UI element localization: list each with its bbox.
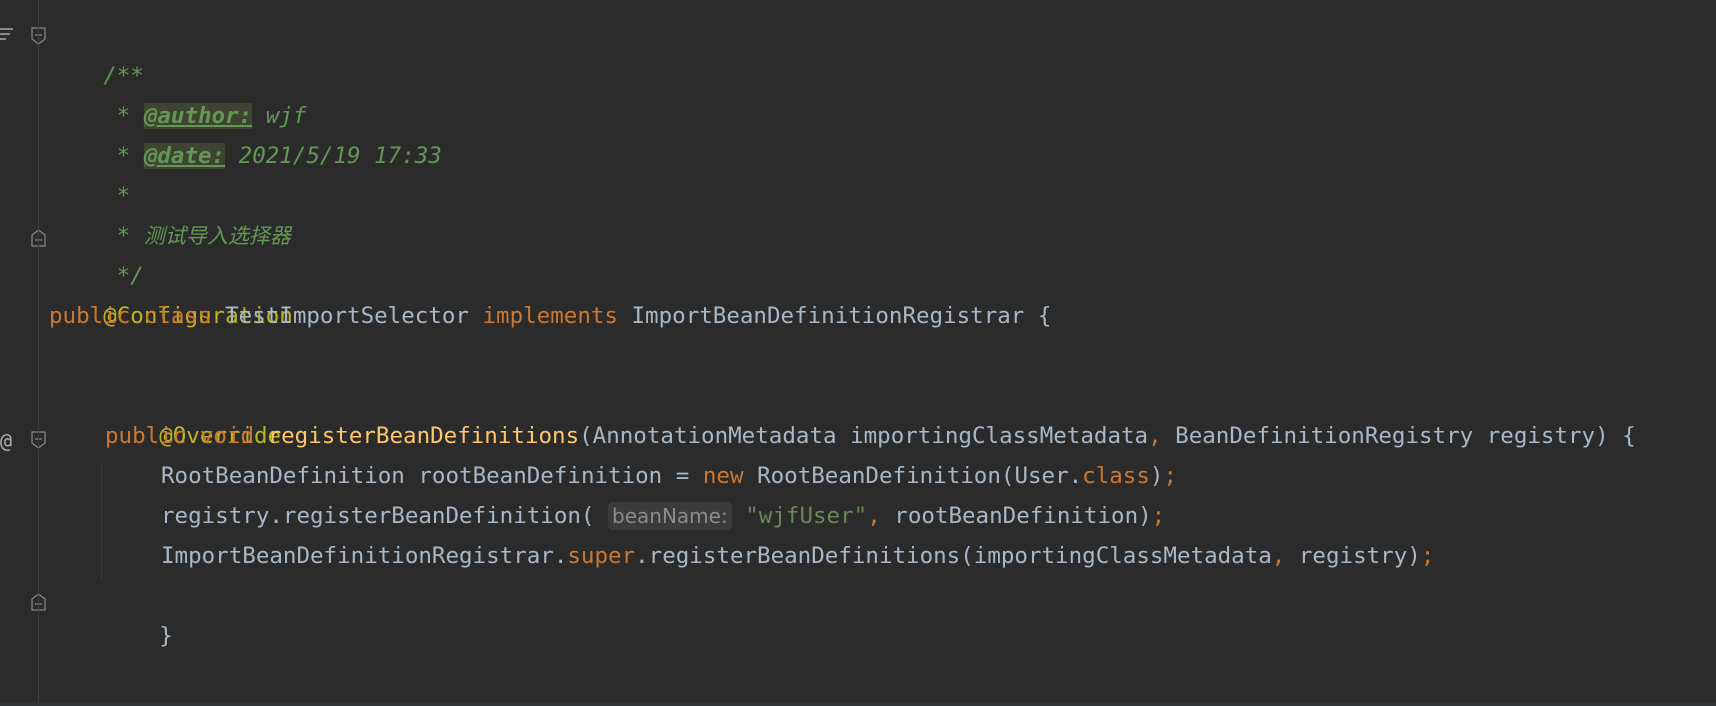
editor-bottom-edge xyxy=(0,702,1716,706)
param-name: importingClassMetadata xyxy=(850,423,1149,449)
code-line-4[interactable]: * xyxy=(49,136,131,209)
comma: , xyxy=(1271,543,1286,569)
code-line-8[interactable]: public class TestImportSelector implemen… xyxy=(49,296,1051,336)
keyword-new: new xyxy=(702,463,744,489)
assign-operator: = xyxy=(675,463,690,489)
editor-gutter: @ xyxy=(0,0,46,706)
string-literal: "wjfUser" xyxy=(745,503,868,529)
argument: registry) xyxy=(1285,543,1421,569)
keyword-class: class xyxy=(1082,463,1150,489)
semicolon: ; xyxy=(1420,543,1435,569)
comma: , xyxy=(867,503,881,529)
comma: , xyxy=(1148,423,1162,449)
class-name: TestImportSelector xyxy=(225,303,469,329)
open-brace: { xyxy=(1037,303,1052,329)
close-brace: } xyxy=(159,623,173,649)
param-type: BeanDefinitionRegistry xyxy=(1175,423,1474,449)
keyword-class: class xyxy=(143,303,212,329)
paren-close: ) xyxy=(1149,463,1164,489)
code-line-6[interactable]: */ xyxy=(49,216,144,289)
semicolon: ; xyxy=(1151,503,1166,529)
param-name: registry xyxy=(1486,423,1596,449)
open-brace: { xyxy=(1622,423,1636,449)
code-line-1[interactable]: /** xyxy=(49,16,144,89)
constructor-call: RootBeanDefinition(User. xyxy=(757,463,1083,489)
method-call: registry.registerBeanDefinition( xyxy=(161,503,595,529)
code-line-3[interactable]: * @date: 2021/5/19 17:33 xyxy=(49,96,442,169)
var-type: RootBeanDefinition xyxy=(161,463,405,489)
parameter-hint: beanName: xyxy=(608,502,732,530)
var-name: rootBeanDefinition xyxy=(418,463,663,489)
code-line-2[interactable]: * @author: wjf xyxy=(49,56,306,129)
code-editor[interactable]: @ /** * @author: wjf * @date: 2021/5/19 … xyxy=(0,0,1716,706)
indent-guide xyxy=(101,462,102,580)
keyword-public: public xyxy=(105,423,187,449)
interface-name: ImportBeanDefinitionRegistrar xyxy=(631,303,1025,329)
semicolon: ; xyxy=(1163,463,1177,489)
code-line-7[interactable]: @Configuration xyxy=(49,256,293,329)
code-line-17[interactable]: } xyxy=(49,656,117,706)
doc-description: 测试导入选择器 xyxy=(143,224,291,248)
paren-close: ) xyxy=(1595,423,1609,449)
paren-open: ( xyxy=(579,423,593,449)
code-line-11[interactable]: public void registerBeanDefinitions(Anno… xyxy=(105,416,1636,456)
hamburger-menu-icon[interactable] xyxy=(0,28,13,40)
keyword-public: public xyxy=(49,303,131,329)
code-line-5[interactable]: * 测试导入选择器 xyxy=(49,176,291,249)
code-line-12[interactable]: RootBeanDefinition rootBeanDefinition = … xyxy=(161,456,1177,496)
code-line-15[interactable]: } xyxy=(105,576,173,649)
code-line-10[interactable]: @Override xyxy=(105,376,281,449)
code-line-13[interactable]: registry.registerBeanDefinition( beanNam… xyxy=(161,496,1165,536)
doc-tag-date: @date: xyxy=(143,143,226,169)
keyword-implements: implements xyxy=(482,303,618,329)
keyword-void: void xyxy=(199,423,255,449)
code-line-14[interactable]: ImportBeanDefinitionRegistrar.super.regi… xyxy=(161,536,1434,576)
doc-date-value: 2021/5/19 17:33 xyxy=(225,143,442,169)
gutter-separator xyxy=(38,0,39,706)
call-target: ImportBeanDefinitionRegistrar. xyxy=(161,543,568,569)
param-type: AnnotationMetadata xyxy=(592,423,837,449)
method-name: registerBeanDefinitions xyxy=(267,423,580,449)
argument: rootBeanDefinition) xyxy=(880,503,1152,529)
keyword-super: super xyxy=(567,543,636,569)
method-call: .registerBeanDefinitions(importingClassM… xyxy=(635,543,1272,569)
override-marker-icon[interactable]: @ xyxy=(0,429,12,453)
